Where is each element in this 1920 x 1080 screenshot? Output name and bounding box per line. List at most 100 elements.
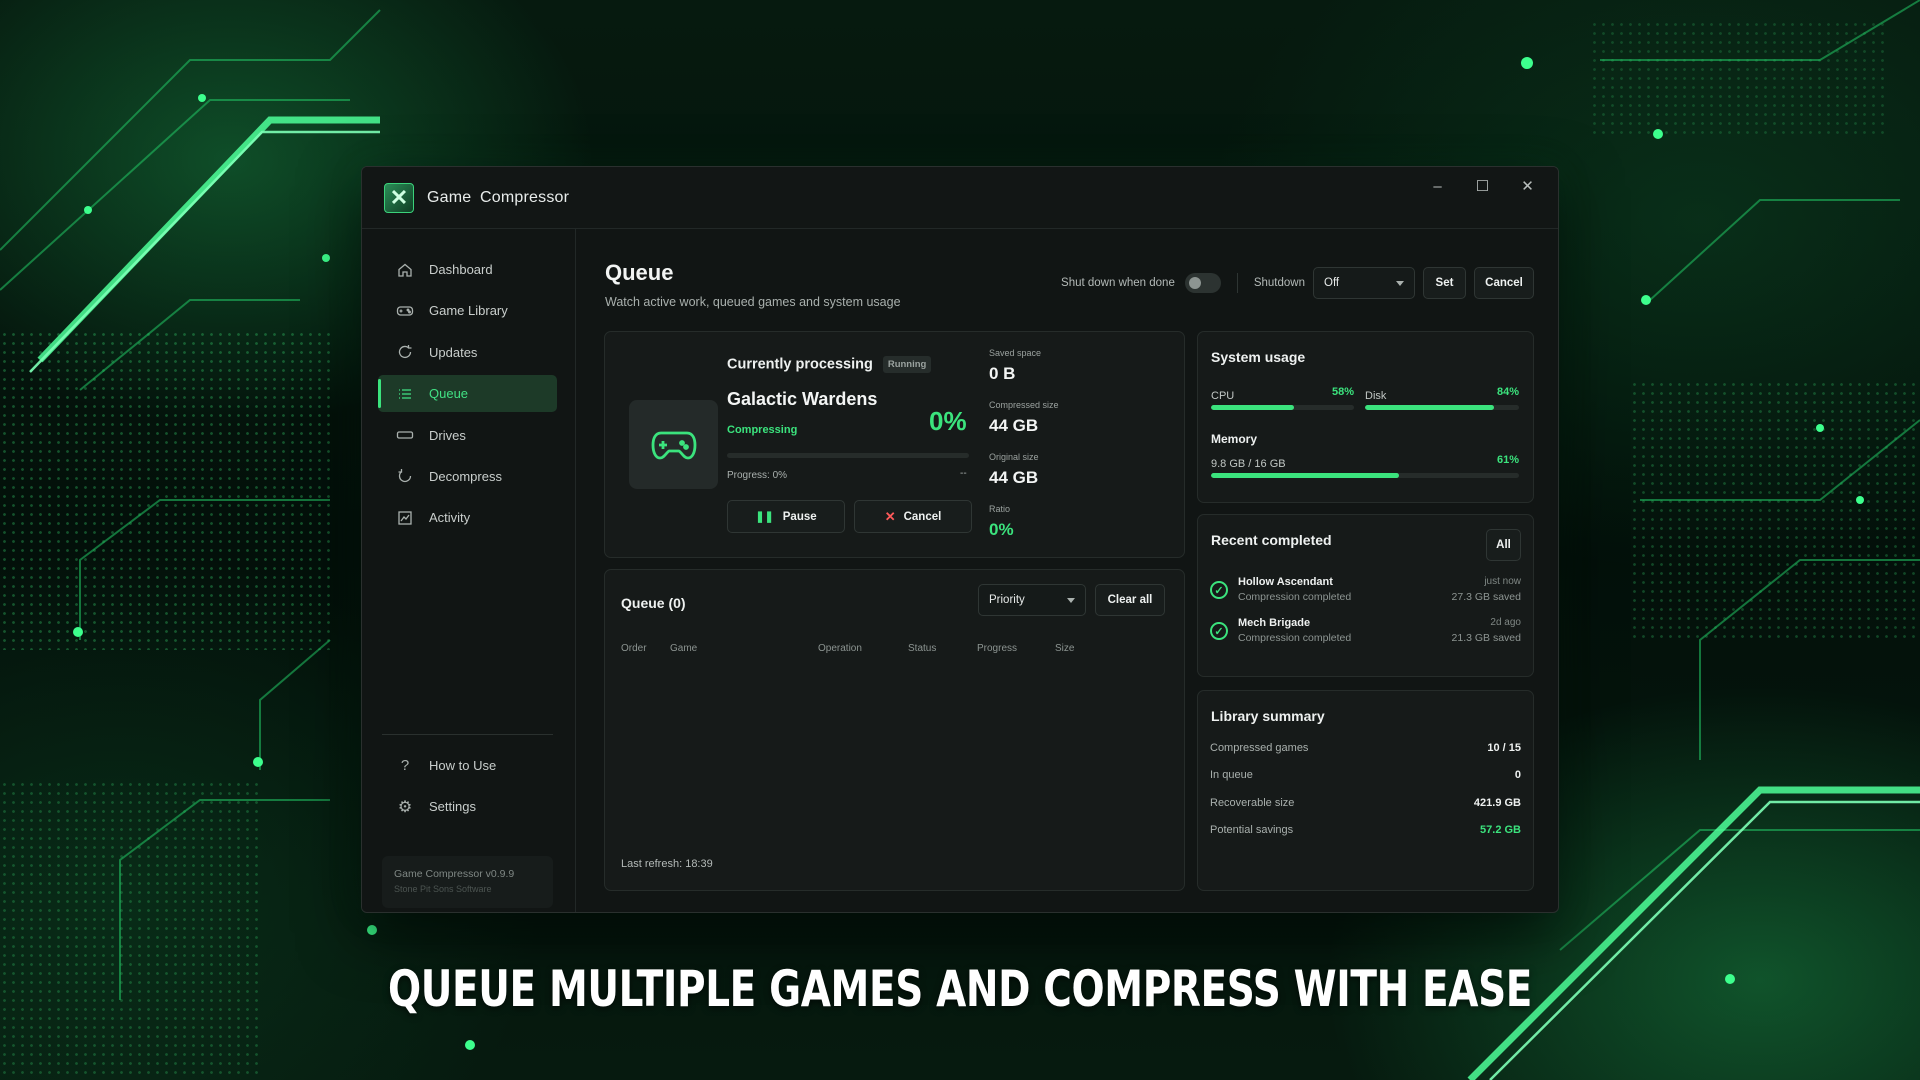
version-text: Game Compressor v0.9.9	[394, 868, 515, 880]
current-heading-text: Currently processing	[727, 356, 873, 373]
page-subtitle: Watch active work, queued games and syst…	[605, 295, 901, 309]
stat-compressed-size: Compressed size 44 GB	[989, 400, 1059, 452]
chevron-down-icon	[1396, 280, 1404, 286]
stat-value: 44 GB	[989, 468, 1039, 487]
divider	[1236, 273, 1238, 293]
memory-bar	[1211, 473, 1519, 478]
title-bar: ✕ Game Compressor – ☐ ✕	[362, 167, 1558, 229]
cpu-label: CPU	[1211, 390, 1235, 402]
stat-saved-space: Saved space 0 B	[989, 348, 1059, 400]
summary-row-in-queue: In queue 0	[1210, 769, 1521, 785]
sidebar-item-updates[interactable]: Updates	[378, 334, 557, 371]
close-button[interactable]: ✕	[1505, 173, 1550, 199]
sidebar-item-decompress[interactable]: Decompress	[378, 458, 557, 495]
clear-all-button[interactable]: Clear all	[1095, 584, 1165, 616]
stat-original-size: Original size 44 GB	[989, 452, 1059, 504]
gamepad-icon	[651, 431, 696, 459]
current-game-name: Galactic Wardens	[727, 389, 878, 409]
recent-game-saved: 27.3 GB saved	[1451, 591, 1521, 603]
sidebar-item-game-library[interactable]: Game Library	[378, 292, 557, 329]
queue-sort-select[interactable]: Priority	[978, 584, 1086, 616]
minimize-button[interactable]: –	[1415, 173, 1460, 199]
recent-filter-button[interactable]: All	[1486, 529, 1521, 561]
shutdown-when-done-label: Shut down when done	[1061, 277, 1175, 289]
recent-game-status: Compression completed	[1238, 591, 1352, 603]
summary-value: 0	[1514, 769, 1521, 781]
memory-percent: 61%	[1496, 454, 1519, 466]
stat-value: 0 B	[989, 364, 1016, 383]
sidebar-item-queue[interactable]: Queue	[378, 375, 557, 413]
column-header-progress: Progress	[977, 643, 1018, 654]
pause-label: Pause	[782, 510, 817, 523]
sidebar-item-label: Updates	[429, 344, 478, 360]
chart-icon	[396, 509, 414, 527]
current-progress-bar	[727, 453, 969, 458]
library-summary-card: Library summary Compressed games 10 / 15…	[1197, 690, 1534, 891]
cancel-job-label: Cancel	[903, 510, 942, 523]
cpu-usage: CPU 58%	[1211, 386, 1354, 410]
sidebar-item-label: Dashboard	[429, 262, 493, 277]
summary-label: In queue	[1210, 769, 1253, 781]
memory-bar-fill	[1211, 473, 1399, 478]
eta-text: --	[960, 468, 967, 479]
stat-label: Saved space	[989, 348, 1042, 358]
sidebar-item-settings[interactable]: ⚙ Settings	[378, 788, 557, 825]
memory-detail: 9.8 GB / 16 GB	[1211, 458, 1286, 470]
list-item[interactable]: ✓ Hollow Ascendant Compression completed…	[1210, 576, 1521, 610]
column-header-size: Size	[1055, 643, 1075, 654]
cpu-bar-fill	[1211, 405, 1294, 410]
drive-icon	[396, 426, 414, 444]
disk-percent: 84%	[1496, 386, 1519, 398]
column-header-status: Status	[908, 643, 937, 654]
system-usage-title: System usage	[1211, 349, 1306, 365]
cancel-shutdown-button[interactable]: Cancel	[1474, 267, 1534, 299]
system-usage-card: System usage CPU 58% Disk 84% Memory 9.8…	[1197, 331, 1534, 503]
stat-ratio: Ratio 0%	[989, 504, 1059, 556]
shutdown-select[interactable]: Off	[1313, 267, 1415, 299]
status-badge: Running	[882, 356, 932, 373]
main-content: Queue Watch active work, queued games an…	[576, 229, 1558, 912]
page-title: Queue	[605, 260, 674, 285]
progress-text: Progress: 0%	[727, 470, 788, 481]
sidebar-item-label: Drives	[429, 427, 466, 443]
check-circle-icon: ✓	[1210, 622, 1228, 640]
current-status: Compressing	[727, 424, 798, 436]
refresh-icon	[396, 343, 414, 361]
maximize-button[interactable]: ☐	[1460, 173, 1505, 199]
chevron-down-icon	[1067, 597, 1075, 603]
sidebar-item-dashboard[interactable]: Dashboard	[378, 251, 557, 288]
stat-label: Original size	[989, 452, 1039, 462]
recent-game-name: Mech Brigade	[1238, 617, 1311, 629]
shutdown-when-done-toggle[interactable]	[1184, 273, 1221, 293]
memory-label: Memory	[1211, 432, 1258, 446]
summary-row-potential-savings: Potential savings 57.2 GB	[1210, 824, 1521, 840]
stat-label: Ratio	[989, 504, 1011, 514]
set-button[interactable]: Set	[1423, 267, 1466, 299]
recent-game-time: 2d ago	[1490, 617, 1521, 628]
memory-usage: 9.8 GB / 16 GB 61%	[1211, 454, 1519, 478]
current-stats: Saved space 0 B Compressed size 44 GB Or…	[989, 348, 1059, 556]
cancel-job-button[interactable]: ✕ Cancel	[854, 500, 972, 533]
app-window: ✕ Game Compressor – ☐ ✕ Dashboard Game L…	[361, 166, 1559, 913]
home-icon	[396, 261, 414, 279]
cpu-percent: 58%	[1331, 386, 1354, 398]
list-item[interactable]: ✓ Mech Brigade Compression completed 2d …	[1210, 617, 1521, 651]
sidebar-item-how-to-use[interactable]: ? How to Use	[378, 747, 557, 784]
recent-game-status: Compression completed	[1238, 632, 1352, 644]
tagline: QUEUE MULTIPLE GAMES AND COMPRESS WITH E…	[387, 960, 1533, 1018]
sidebar-item-label: Settings	[429, 799, 476, 815]
recent-game-saved: 21.3 GB saved	[1451, 632, 1521, 644]
sidebar-item-drives[interactable]: Drives	[378, 417, 557, 454]
current-heading: Currently processing Running	[727, 356, 932, 373]
column-header-order: Order	[621, 643, 647, 654]
shutdown-label: Shutdown	[1253, 277, 1305, 289]
summary-row-recoverable-size: Recoverable size 421.9 GB	[1210, 797, 1521, 813]
app-title: Game Compressor	[427, 188, 570, 206]
sidebar-divider	[382, 734, 553, 735]
queue-sort-value: Priority	[989, 594, 1025, 606]
sidebar-item-label: Game Library	[429, 303, 508, 319]
sidebar-item-activity[interactable]: Activity	[378, 499, 557, 536]
pause-button[interactable]: ❚❚ Pause	[727, 500, 845, 533]
stat-value: 44 GB	[989, 416, 1039, 435]
column-header-operation: Operation	[818, 643, 862, 654]
